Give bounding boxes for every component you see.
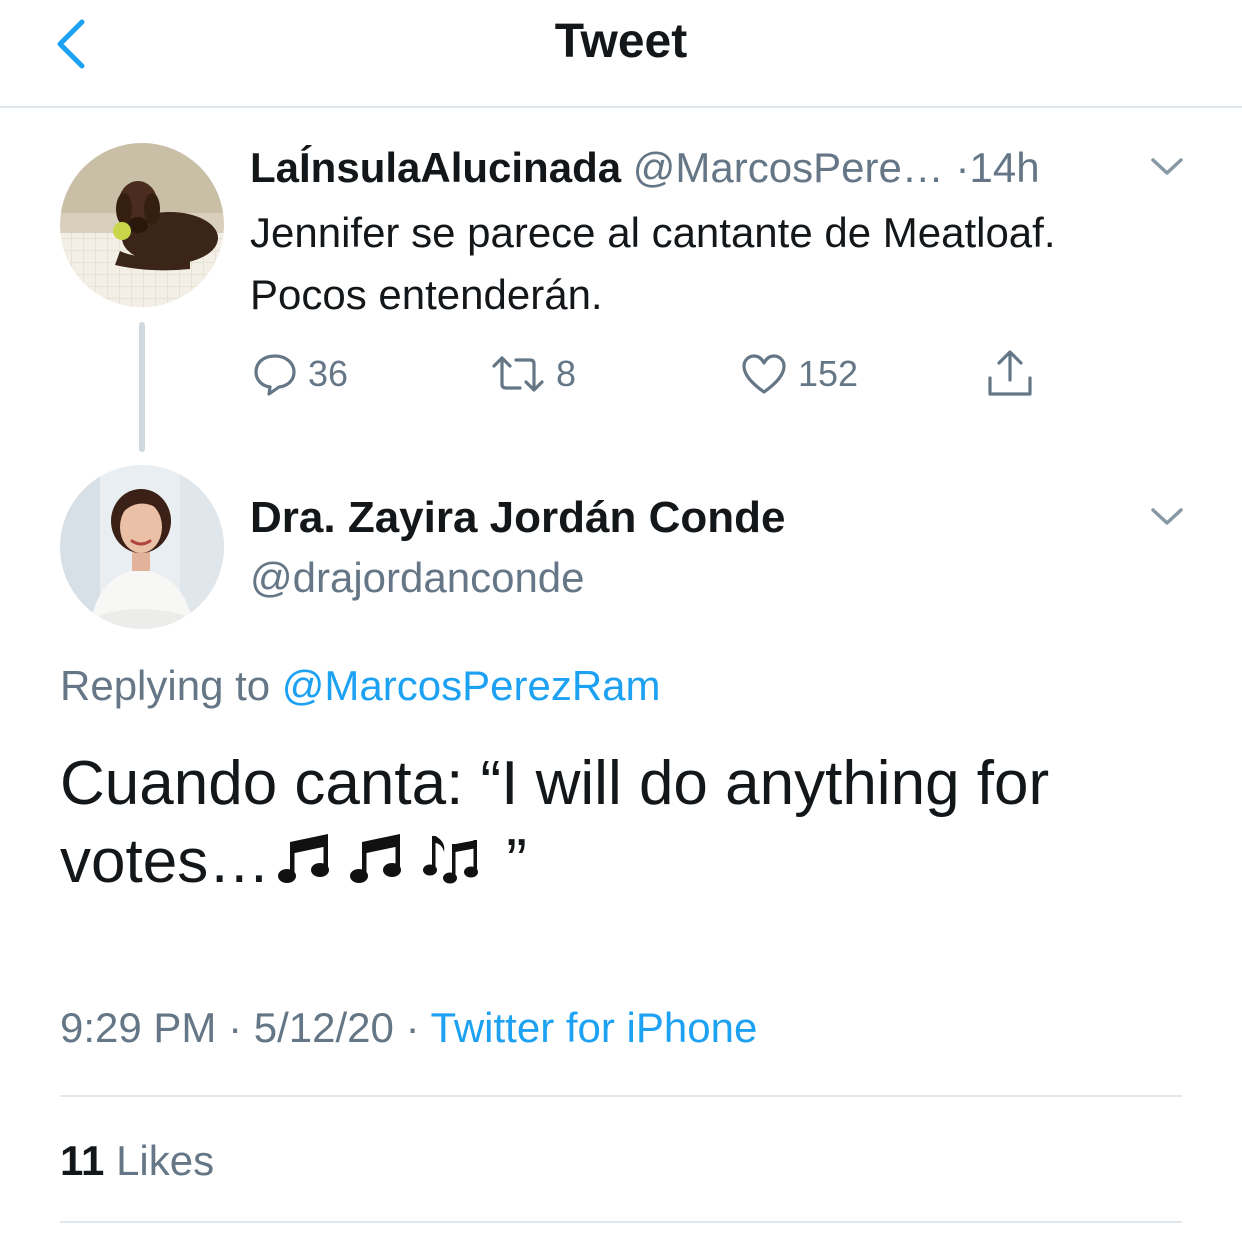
parent-chevron-down-icon[interactable] bbox=[1150, 157, 1184, 177]
parent-display-name[interactable]: LaÍnsulaAlucinada bbox=[250, 144, 621, 191]
music-notes-icon bbox=[278, 829, 506, 907]
likes-summary[interactable]: 11 Likes bbox=[60, 1133, 214, 1189]
parent-tweet-header: LaÍnsulaAlucinada @MarcosPere… ·14h bbox=[250, 140, 1150, 196]
tweet-source-link[interactable]: Twitter for iPhone bbox=[431, 1004, 758, 1051]
likes-label: Likes bbox=[116, 1137, 215, 1184]
main-tweet-text: Cuando canta: “I will do anything for vo… bbox=[60, 745, 1200, 907]
replying-prefix: Replying to bbox=[60, 662, 271, 709]
reply-count: 36 bbox=[308, 353, 349, 394]
main-tweet-body: Cuando canta: “I will do anything for vo… bbox=[60, 749, 1050, 896]
thread-connector-line bbox=[139, 322, 145, 452]
retweet-button[interactable]: 8 bbox=[490, 348, 576, 400]
author-handle[interactable]: @drajordanconde bbox=[250, 550, 585, 606]
replying-to-handle-link[interactable]: @MarcosPerezRam bbox=[282, 662, 661, 709]
retweet-icon bbox=[492, 356, 544, 392]
reply-icon bbox=[254, 354, 296, 396]
like-count: 152 bbox=[798, 353, 859, 394]
likes-count: 11 bbox=[60, 1137, 105, 1184]
author-display-name[interactable]: Dra. Zayira Jordán Conde bbox=[250, 490, 785, 546]
tweet-time: 9:29 PM bbox=[60, 1004, 217, 1051]
divider bbox=[60, 1221, 1182, 1223]
parent-time: 14h bbox=[969, 144, 1040, 191]
tweet-meta-line: 9:29 PM · 5/12/20 · Twitter for iPhone bbox=[60, 1000, 757, 1056]
closing-quote: ” bbox=[506, 827, 527, 896]
meta-separator-2: · bbox=[405, 1004, 420, 1051]
page-title: Tweet bbox=[554, 15, 688, 68]
top-nav-bar: Tweet bbox=[0, 0, 1242, 108]
divider bbox=[60, 1095, 1182, 1097]
replying-to-line: Replying to @MarcosPerezRam bbox=[60, 658, 661, 714]
parent-avatar[interactable] bbox=[60, 143, 224, 307]
time-separator: · bbox=[955, 144, 970, 191]
share-button[interactable] bbox=[985, 348, 1035, 400]
parent-tweet-text: Jennifer se parece al cantante de Meatlo… bbox=[250, 209, 1056, 318]
author-avatar[interactable] bbox=[60, 465, 224, 629]
retweet-count: 8 bbox=[556, 353, 577, 394]
heart-icon bbox=[742, 354, 786, 394]
like-button[interactable]: 152 bbox=[740, 348, 858, 400]
parent-handle[interactable]: @MarcosPere… bbox=[633, 144, 944, 191]
meta-separator-1: · bbox=[228, 1004, 243, 1051]
author-chevron-down-icon[interactable] bbox=[1150, 507, 1184, 527]
tweet-date: 5/12/20 bbox=[253, 1004, 394, 1051]
share-icon bbox=[988, 350, 1032, 396]
reply-button[interactable]: 36 bbox=[252, 348, 348, 400]
